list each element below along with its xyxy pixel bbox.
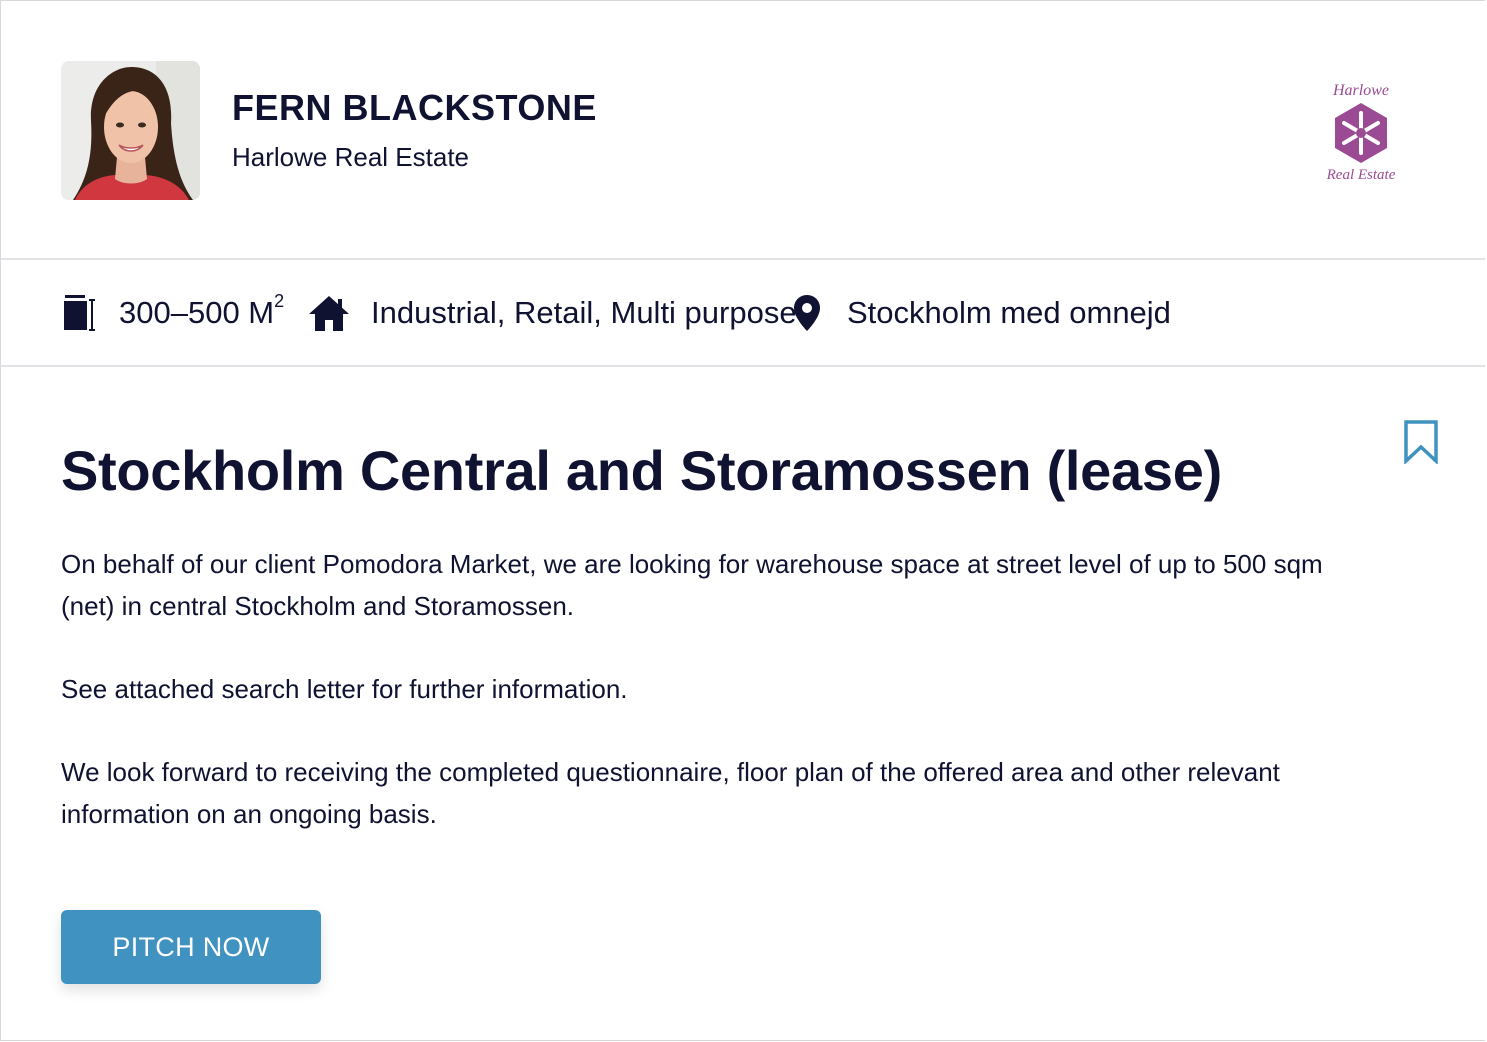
company-logo: Harlowe Real Estate: [1317, 77, 1405, 185]
agent-avatar: [61, 61, 200, 200]
building-size-icon: [61, 294, 97, 332]
listing-description-paragraph: On behalf of our client Pomodora Market,…: [61, 549, 1323, 621]
location-pin-icon: [791, 294, 823, 332]
bookmark-icon[interactable]: [1403, 420, 1439, 466]
listing-description-paragraph: See attached search letter for further i…: [61, 674, 628, 704]
listing-meta-row: 300–500 M2 Industrial, Retail, Multi pur…: [1, 260, 1485, 367]
agent-company: Harlowe Real Estate: [232, 142, 469, 172]
meta-size-text: 300–500 M2: [119, 291, 285, 330]
meta-property-type-text: Industrial, Retail, Multi purpose: [371, 294, 797, 330]
home-icon: [307, 294, 351, 332]
meta-location: Stockholm med omnejd: [791, 260, 1171, 365]
agent-name: FERN BLACKSTONE: [232, 87, 597, 128]
listing-title: Stockholm Central and Storamossen (lease…: [61, 439, 1222, 502]
svg-text:Harlowe: Harlowe: [1332, 82, 1389, 99]
meta-property-type: Industrial, Retail, Multi purpose: [307, 260, 797, 365]
pitch-now-button[interactable]: PITCH NOW: [61, 910, 321, 984]
meta-size: 300–500 M2: [61, 260, 284, 365]
listing-description-paragraph: We look forward to receiving the complet…: [61, 757, 1280, 829]
agent-header: FERN BLACKSTONE Harlowe Real Estate Harl…: [1, 1, 1485, 260]
listing-card: FERN BLACKSTONE Harlowe Real Estate Harl…: [0, 0, 1485, 1041]
meta-location-text: Stockholm med omnejd: [847, 294, 1171, 330]
svg-text:Real Estate: Real Estate: [1326, 167, 1396, 183]
avatar-portrait-image: [61, 61, 200, 200]
